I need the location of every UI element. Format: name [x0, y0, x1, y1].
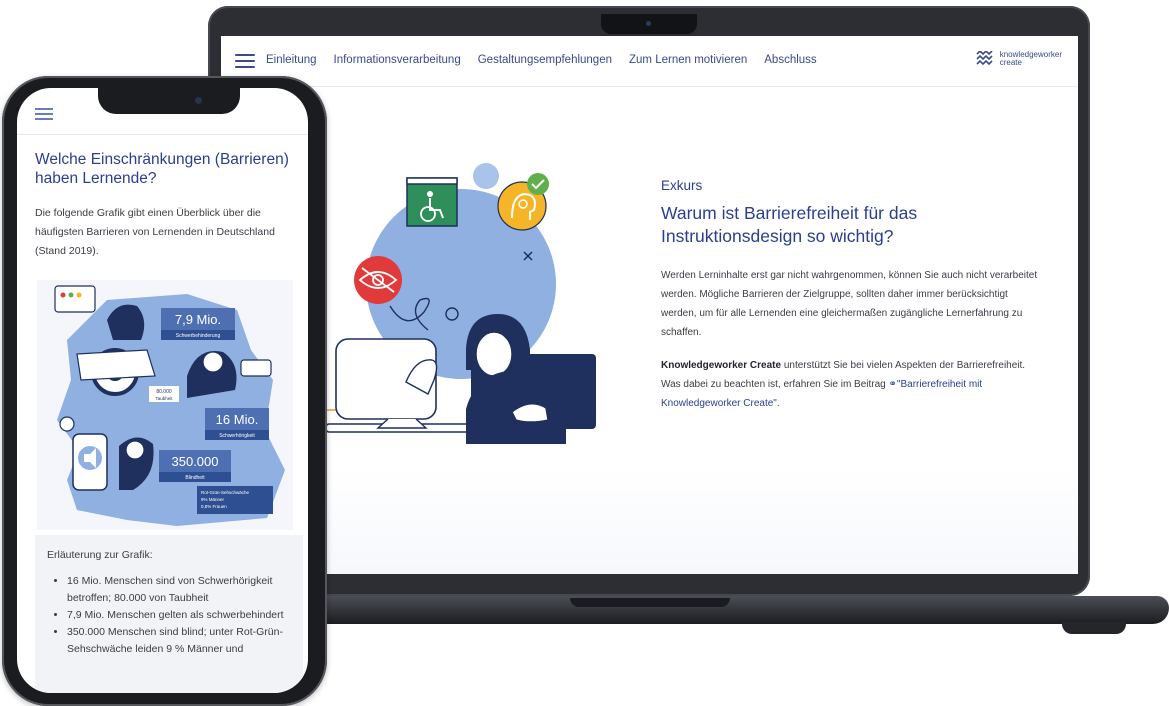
- brand-line-2: create: [999, 58, 1022, 67]
- list-item: 7,9 Mio. Menschen gelten als schwerbehin…: [67, 607, 308, 624]
- stat-schwerbehinderung: 7,9 Mio. Schwerbehinderung: [161, 308, 235, 340]
- stat5-line1: Rot-Grün-Sehschwäche: [201, 490, 250, 495]
- laptop-hinge: [570, 598, 730, 607]
- exkurs-paragraph-2: Knowledgeworker Create unterstützt Sie b…: [661, 356, 1041, 413]
- nav-item-zum-lernen-motivieren[interactable]: Zum Lernen motivieren: [629, 54, 747, 66]
- brand-mark-icon: [976, 51, 993, 66]
- top-navigation: Einleitung Informationsverarbeitung Gest…: [221, 36, 1078, 87]
- laptop-foot: [1062, 622, 1126, 634]
- list-item: 350.000 Menschen sind blind; unter Rot-G…: [67, 624, 308, 658]
- graphic-explanation-box: Erläuterung zur Grafik: 16 Mio. Menschen…: [35, 535, 303, 693]
- phone-screen: Welche Einschränkungen (Barrieren) haben…: [17, 88, 308, 693]
- exkurs-bold: Knowledgeworker Create: [661, 360, 782, 371]
- stat2-label: Taubheit: [155, 396, 173, 401]
- brand-text: knowledgeworker create: [1000, 51, 1062, 67]
- nav-item-gestaltungsempfehlungen[interactable]: Gestaltungsempfehlungen: [478, 54, 612, 66]
- exkurs-label: Exkurs: [661, 178, 703, 193]
- stat5-line2: 9% Männer: [201, 497, 225, 502]
- nav-items: Einleitung Informationsverarbeitung Gest…: [266, 54, 817, 66]
- exkurs-title: Warum ist Barrierefreiheit für das Instr…: [661, 203, 918, 246]
- explanation-title: Erläuterung zur Grafik:: [47, 549, 153, 561]
- stat3-label: Schwerhörigkeit: [219, 433, 255, 439]
- link-suffix: .: [776, 398, 780, 409]
- stat4-label: Blindheit: [185, 475, 205, 481]
- eye-icon: [354, 256, 402, 304]
- phone-hamburger-menu-icon[interactable]: [35, 108, 53, 120]
- stat4-value: 350.000: [172, 454, 219, 469]
- link-icon: ⚭: [888, 379, 897, 390]
- stat2-value: 80.000: [156, 389, 172, 395]
- stat-rot-gruen-sehschwaeche: Rot-Grün-Sehschwäche 9% Männer 0,8% Frau…: [197, 486, 273, 514]
- stat1-label: Schwerbehinderung: [176, 333, 221, 339]
- brand-logo[interactable]: knowledgeworker create: [976, 51, 1062, 67]
- stat-taubheit: 80.000 Taubheit: [149, 386, 179, 402]
- small-bubble: [473, 163, 499, 189]
- phone-page-title: Welche Einschränkungen (Barrieren) haben…: [35, 151, 289, 187]
- barriers-statistics-graphic: 7,9 Mio. Schwerbehinderung 80.000 Taubhe…: [37, 280, 293, 530]
- exkurs-paragraph-1: Werden Lerninhalte erst gar nicht wahrge…: [661, 270, 1038, 338]
- check-icon: [527, 173, 549, 195]
- phone-intro-text: Die folgende Grafik gibt einen Überblick…: [35, 207, 275, 257]
- stat3-value: 16 Mio.: [216, 412, 259, 427]
- phone-notch: [98, 88, 240, 114]
- wheelchair-icon: [406, 177, 458, 227]
- explanation-list: 16 Mio. Menschen sind von Schwerhörigkei…: [47, 573, 308, 658]
- accessibility-illustration: [316, 163, 596, 444]
- phone-header-divider: [17, 134, 308, 135]
- nav-item-abschluss[interactable]: Abschluss: [764, 54, 816, 66]
- hamburger-menu-icon[interactable]: [235, 54, 255, 68]
- stat-blindheit: 350.000 Blindheit: [159, 450, 231, 482]
- stat-schwerhoerigkeit: 16 Mio. Schwerhörigkeit: [205, 408, 269, 440]
- nav-item-einleitung[interactable]: Einleitung: [266, 54, 317, 66]
- stat1-value: 7,9 Mio.: [175, 312, 221, 327]
- laptop-camera: [646, 21, 651, 26]
- phone-camera: [195, 97, 202, 104]
- nav-item-informationsverarbeitung[interactable]: Informationsverarbeitung: [334, 54, 461, 66]
- list-item: 16 Mio. Menschen sind von Schwerhörigkei…: [67, 573, 308, 607]
- stat5-line3: 0,8% Frauen: [201, 504, 227, 509]
- laptop-screen: Einleitung Informationsverarbeitung Gest…: [221, 36, 1078, 574]
